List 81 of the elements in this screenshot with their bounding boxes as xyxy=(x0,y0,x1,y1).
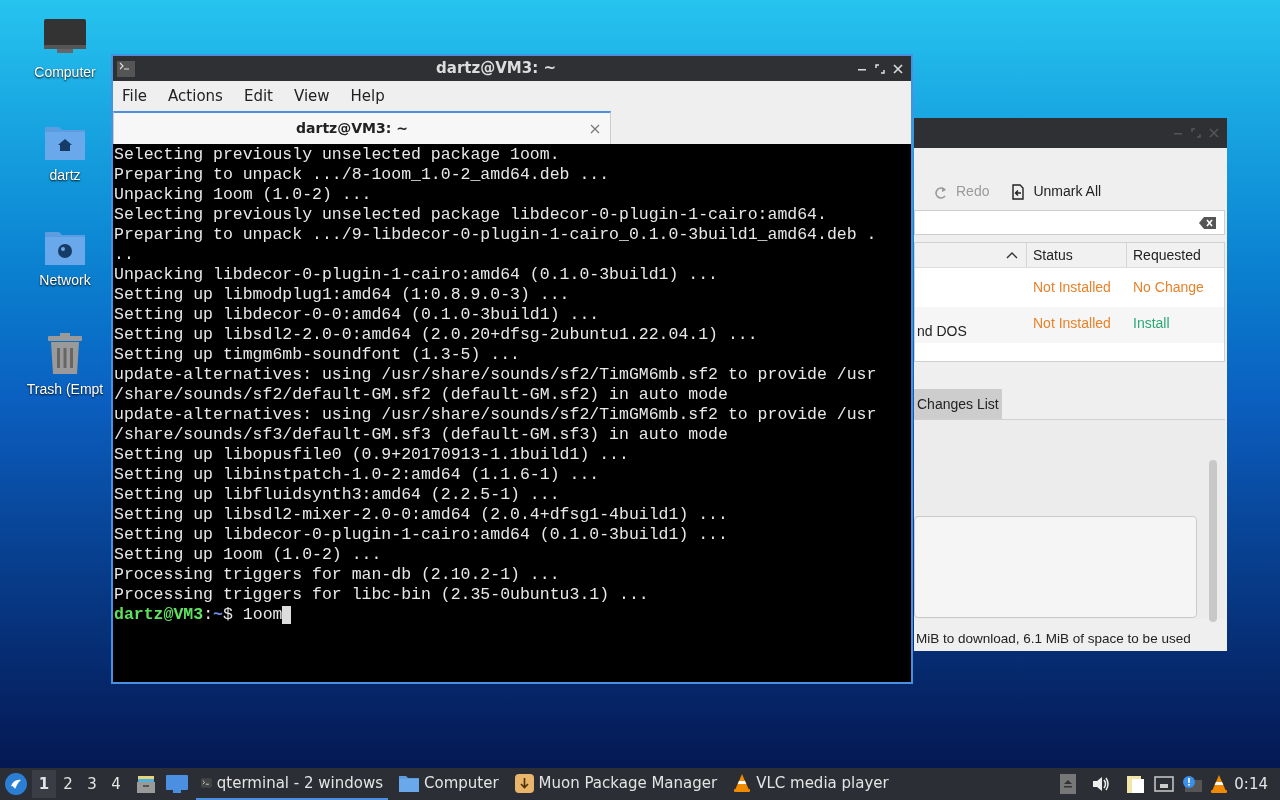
workspace-button[interactable]: 4 xyxy=(104,770,128,798)
terminal-line: update-alternatives: using /usr/share/sounds/sf2/TimGM6mb.sf2 to provide /usr xyxy=(114,405,878,425)
scrollbar[interactable] xyxy=(1209,460,1217,622)
requested-text: No Change xyxy=(1133,279,1204,295)
terminal-line: Setting up libfluidsynth3:amd64 (2.2.5-1) ... xyxy=(114,485,561,505)
trash-icon xyxy=(46,333,84,375)
taskbar-task[interactable]: qterminal - 2 windows xyxy=(196,768,388,800)
desktop-icon-label[interactable]: Network xyxy=(39,270,91,291)
tab[interactable]: Changes List xyxy=(914,389,1002,419)
taskbar-task[interactable]: VLC media player xyxy=(728,768,894,800)
requested-text: Install xyxy=(1133,315,1170,331)
terminal-line: Setting up libmodplug1:amd64 (1:0.8.9.0-3) ... xyxy=(114,285,571,305)
clear-icon[interactable] xyxy=(1199,216,1216,229)
package-row[interactable]: nd DOS Not Installed Install xyxy=(915,307,1224,343)
command-text: 1oom xyxy=(242,605,283,625)
prompt-user: dartz@VM3 xyxy=(114,605,204,625)
terminal-line: Selecting previously unselected package 1oom. xyxy=(114,145,561,165)
network-icon[interactable] xyxy=(1154,776,1175,792)
column-header[interactable]: Status xyxy=(1033,244,1073,266)
menu-item[interactable]: Help xyxy=(350,84,385,108)
start-menu-icon[interactable] xyxy=(5,773,27,795)
workspace-button[interactable]: 2 xyxy=(56,770,80,798)
workspace-button[interactable]: 3 xyxy=(80,770,104,798)
window-title: dartz@VM3: ~ xyxy=(435,58,557,80)
clock[interactable]: 0:14 xyxy=(1234,772,1268,796)
taskbar-task[interactable]: Muon Package Manager xyxy=(509,768,723,800)
file-cabinet-icon[interactable] xyxy=(136,774,156,794)
terminal-line: Unpacking 1oom (1.0-2) ... xyxy=(114,185,373,205)
menu-item[interactable]: Actions xyxy=(168,84,223,108)
terminal-line: Setting up libsdl2-2.0-0:amd64 (2.0.20+dfsg-2ubuntu1.22.04.1) ... xyxy=(114,325,759,345)
prompt-separator: : xyxy=(203,605,214,625)
menu-item[interactable]: File xyxy=(122,84,148,108)
eject-icon[interactable] xyxy=(1060,774,1077,794)
unmark-icon xyxy=(1011,183,1026,200)
sort-ascending-icon xyxy=(1006,251,1018,259)
terminal-line: Setting up libinstpatch-1.0-2:amd64 (1.1.6-1) ... xyxy=(114,465,601,485)
workspace-button[interactable]: 1 xyxy=(32,770,56,798)
clipboard-icon[interactable] xyxy=(1126,774,1147,794)
notification-icon[interactable] xyxy=(1182,775,1203,793)
close-tab-icon[interactable] xyxy=(590,123,600,134)
terminal-line: Setting up libdecor-0-0:amd64 (0.1.0-3build1) ... xyxy=(114,305,601,325)
terminal-line: update-alternatives: using /usr/share/sounds/sf2/TimGM6mb.sf2 to provide /usr xyxy=(114,365,878,385)
terminal-line: Setting up libdecor-0-plugin-1-cairo:amd64 (0.1.0-3build1) ... xyxy=(114,525,729,545)
terminal-line: Preparing to unpack .../9-libdecor-0-plugin-1-cairo_0.1.0-3build1_amd64.deb . xyxy=(114,225,878,245)
terminal-line: Setting up libsdl2-mixer-2.0-0:amd64 (2.0.4+dfsg1-4build1) ... xyxy=(114,505,729,525)
folder-icon xyxy=(399,774,419,792)
unmark-all-button[interactable]: Unmark All xyxy=(1011,181,1102,202)
package-name: nd DOS xyxy=(917,322,967,341)
terminal-line: .. xyxy=(114,245,135,265)
menu-item[interactable]: View xyxy=(293,84,330,108)
terminal-line: /share/sounds/sf2/default-GM.sf2 (default-GM.sf2) in auto mode xyxy=(114,385,729,405)
terminal-line: Setting up timgm6mb-soundfont (1.3-5) ... xyxy=(114,345,521,365)
terminal-line: Selecting previously unselected package libdecor-0-plugin-1-cairo:amd64. xyxy=(114,205,828,225)
traffic-cone-icon xyxy=(733,773,752,793)
search-field[interactable] xyxy=(914,210,1225,235)
tab-label: dartz@VM3: ~ xyxy=(295,119,409,138)
terminal-line: Setting up libopusfile0 (0.9+20170913-1.1build1) ... xyxy=(114,445,630,465)
status-text: Not Installed xyxy=(1033,279,1111,295)
terminal-icon xyxy=(117,60,135,77)
status-text: MiB to download, 6.1 MiB of space to be used xyxy=(915,630,1192,648)
menu-item[interactable]: Edit xyxy=(243,84,273,108)
prompt-sign: $ xyxy=(222,605,233,625)
desktop-icon-label[interactable]: Trash (Empt xyxy=(26,379,104,400)
terminal-line: Processing triggers for libc-bin (2.35-0ubuntu3.1) ... xyxy=(114,585,650,605)
desktop-icon[interactable] xyxy=(166,775,188,793)
volume-icon[interactable] xyxy=(1092,776,1111,792)
column-header[interactable]: Requested xyxy=(1133,244,1201,266)
traffic-cone-icon xyxy=(1210,774,1229,794)
terminal-icon xyxy=(201,775,212,791)
taskbar-task[interactable]: Computer xyxy=(394,768,504,800)
terminal-line: Preparing to unpack .../8-1oom_1.0-2_amd64.deb ... xyxy=(114,165,611,185)
terminal-tab[interactable]: dartz@VM3: ~ xyxy=(113,111,611,144)
redo-icon xyxy=(934,184,948,199)
text-cursor xyxy=(282,606,292,624)
terminal-line: /share/sounds/sf3/default-GM.sf3 (default-GM.sf3) in auto mode xyxy=(114,425,729,445)
terminal-line: Unpacking libdecor-0-plugin-1-cairo:amd64 (0.1.0-3build1) ... xyxy=(114,265,719,285)
terminal-line: Setting up 1oom (1.0-2) ... xyxy=(114,545,383,565)
terminal-line: Processing triggers for man-db (2.10.2-1) ... xyxy=(114,565,561,585)
status-text: Not Installed xyxy=(1033,315,1111,331)
prompt-path: ~ xyxy=(213,605,223,625)
download-box-icon xyxy=(514,773,534,793)
